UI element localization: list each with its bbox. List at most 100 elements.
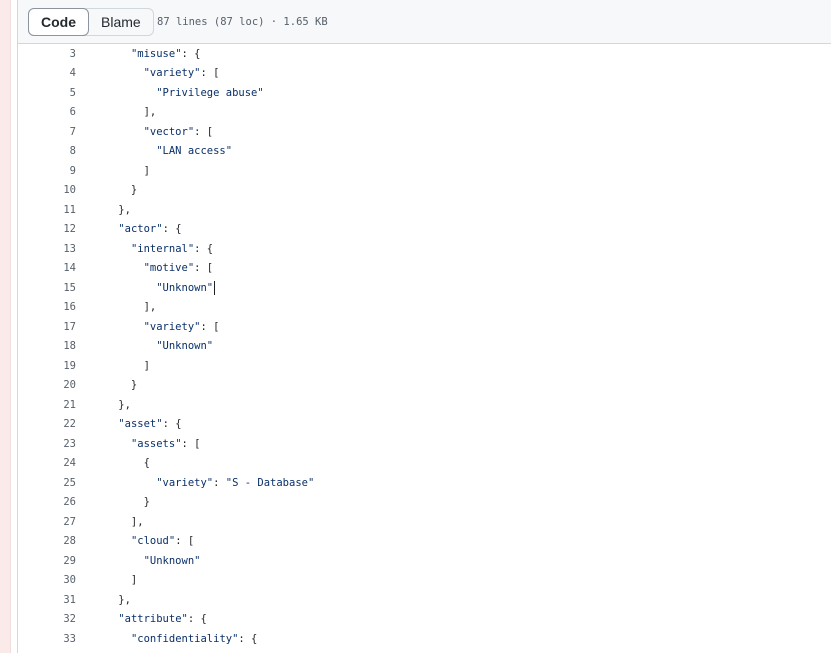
left-gutter-strip [0,0,11,653]
file-info: 87 lines (87 loc) · 1.65 KB [157,16,328,28]
line-number[interactable]: 8 [18,145,76,157]
line-text: ], [93,106,157,119]
text-cursor [214,280,216,295]
line-number[interactable]: 3 [18,48,76,60]
line-number[interactable]: 6 [18,106,76,118]
line-text: } [93,496,150,509]
line-text: "confidentiality": { [130,632,258,645]
line-number[interactable]: 32 [18,613,76,625]
line-number[interactable]: 13 [18,243,76,255]
code-line: 31 }, [18,590,831,610]
code-line: 28 "cloud": [ [18,532,831,552]
code-line: 17 "variety": [ [18,317,831,337]
code-line: 7 "vector": [ [18,122,831,142]
code-line: 34 "data": [ [18,649,831,653]
line-number[interactable]: 23 [18,438,76,450]
line-number[interactable]: 15 [18,282,76,294]
code-line: 32 "attribute": { [18,610,831,630]
code-line: 29 "Unknown" [18,551,831,571]
line-number[interactable]: 26 [18,496,76,508]
line-code: } [76,496,150,508]
line-code: } [76,379,137,391]
code-line: 11 }, [18,200,831,220]
tab-blame[interactable]: Blame [89,9,153,35]
code-line: 20 } [18,376,831,396]
line-code: ] [76,165,150,177]
line-number[interactable]: 16 [18,301,76,313]
line-number[interactable]: 11 [18,204,76,216]
line-number[interactable]: 20 [18,379,76,391]
line-code: "assets": [ [76,437,201,450]
line-code: }, [76,204,131,216]
line-text: { [93,457,150,470]
code-line: 30 ] [18,571,831,591]
code-line: 12 "actor": { [18,220,831,240]
line-text: "internal": { [130,242,214,255]
code-line: 5 "Privilege abuse" [18,83,831,103]
line-number[interactable]: 17 [18,321,76,333]
line-number[interactable]: 4 [18,67,76,79]
line-number[interactable]: 33 [18,633,76,645]
line-number[interactable]: 24 [18,457,76,469]
line-code: ], [76,106,157,119]
line-text: "variety": [ [143,67,220,80]
code-line: 25 "variety": "S - Database" [18,473,831,493]
line-code: "variety": "S - Database" [76,477,314,489]
code-line: 9 ] [18,161,831,181]
line-text: "Unknown" [156,340,214,353]
line-code: }, [76,594,131,606]
line-number[interactable]: 7 [18,126,76,138]
line-code: "Unknown" [76,340,213,352]
line-code: "variety": [ [76,67,220,80]
line-code: "internal": { [76,243,213,255]
code-view[interactable]: 3 "misuse": {4 "variety": [5 "Privilege … [18,44,831,653]
code-line: 19 ] [18,356,831,376]
line-text: "assets": [ [130,437,201,450]
line-number[interactable]: 31 [18,594,76,606]
line-code: "vector": [ [76,126,214,138]
line-text: } [93,184,138,197]
code-line: 16 ], [18,298,831,318]
file-viewer: Code Blame 87 lines (87 loc) · 1.65 KB 3… [17,0,831,653]
line-text: "actor": { [118,223,182,236]
line-number[interactable]: 19 [18,360,76,372]
line-text: "LAN access" [156,145,233,158]
code-line: 8 "LAN access" [18,142,831,162]
code-line: 15 "Unknown" [18,278,831,298]
line-number[interactable]: 28 [18,535,76,547]
line-code: "Privilege abuse" [76,87,263,99]
line-number[interactable]: 10 [18,184,76,196]
code-line: 14 "motive": [ [18,259,831,279]
line-text: }, [93,593,131,606]
code-line: 23 "assets": [ [18,434,831,454]
line-number[interactable]: 9 [18,165,76,177]
code-line: 4 "variety": [ [18,64,831,84]
line-code: "cloud": [ [76,535,194,547]
code-line: 6 ], [18,103,831,123]
code-line: 26 } [18,493,831,513]
line-code: "asset": { [76,418,181,430]
line-number[interactable]: 12 [18,223,76,235]
line-number[interactable]: 29 [18,555,76,567]
line-number[interactable]: 14 [18,262,76,274]
tab-code[interactable]: Code [28,8,89,36]
line-code: "variety": [ [76,321,220,333]
line-number[interactable]: 18 [18,340,76,352]
line-code: "confidentiality": { [76,633,257,645]
line-number[interactable]: 21 [18,399,76,411]
code-line: 33 "confidentiality": { [18,629,831,649]
line-number[interactable]: 27 [18,516,76,528]
line-code: "LAN access" [76,145,232,157]
line-text: "motive": [ [143,262,214,275]
line-number[interactable]: 30 [18,574,76,586]
line-text: "Unknown" [156,281,214,294]
line-number[interactable]: 25 [18,477,76,489]
line-text: ] [93,359,150,372]
line-number[interactable]: 5 [18,87,76,99]
line-number[interactable]: 22 [18,418,76,430]
line-text: }, [93,203,131,216]
code-line: 3 "misuse": { [18,44,831,64]
line-code: ], [76,301,157,313]
line-text: ], [93,515,144,528]
line-code: }, [76,399,131,411]
